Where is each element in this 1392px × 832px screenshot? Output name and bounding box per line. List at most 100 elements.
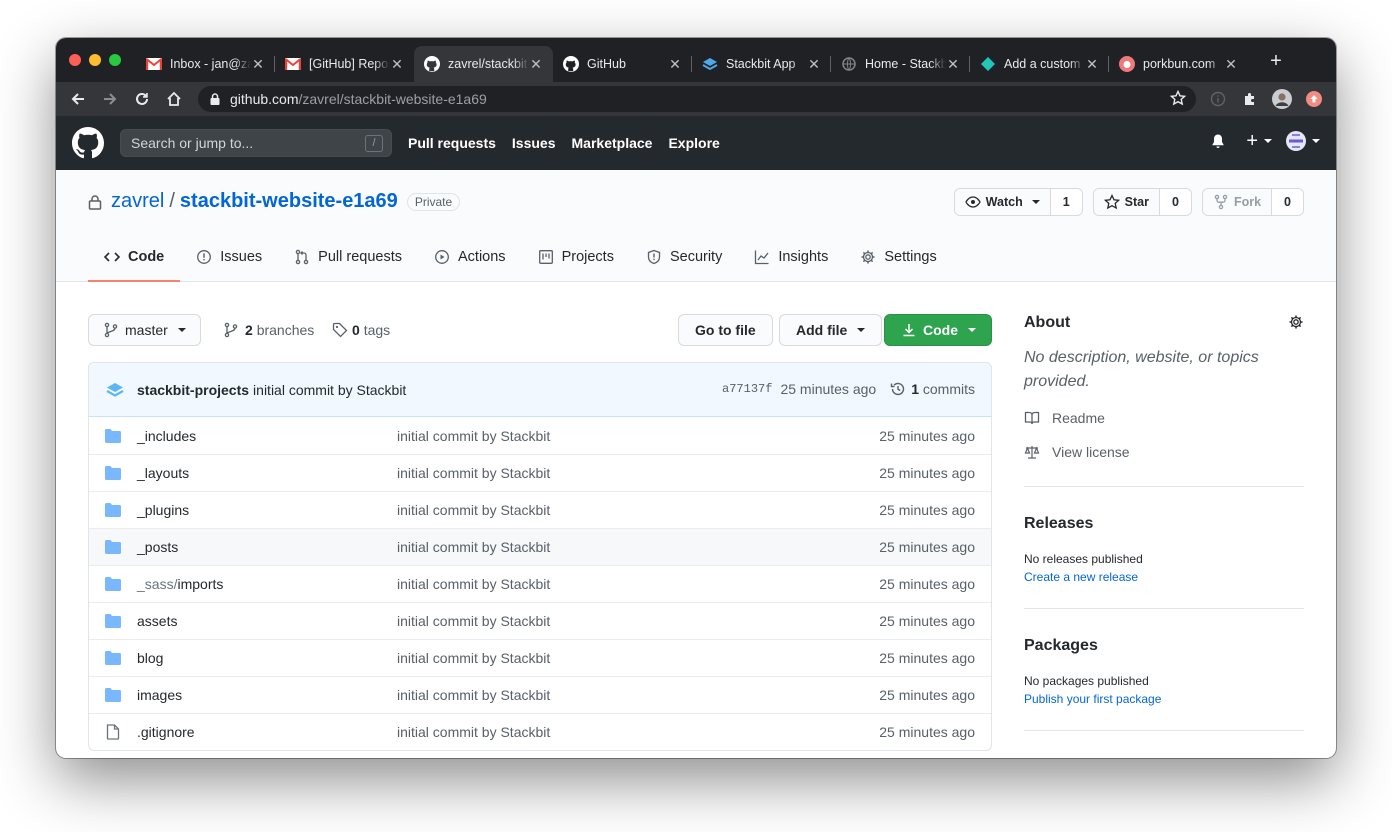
file-commit-message-link[interactable]: initial commit by Stackbit [397, 539, 550, 555]
file-commit-message-link[interactable]: initial commit by Stackbit [397, 576, 550, 592]
table-row[interactable]: _layouts initial commit by Stackbit 25 min… [89, 454, 991, 491]
license-link[interactable]: View license [1024, 444, 1304, 460]
table-row[interactable]: _includes initial commit by Stackbit 25 mi… [89, 417, 991, 454]
browser-tab-porkbun[interactable]: porkbun.com ✕ [1109, 46, 1248, 82]
nav-marketplace[interactable]: Marketplace [572, 135, 653, 151]
code-download-button[interactable]: Code [884, 314, 992, 346]
table-row[interactable]: _plugins initial commit by Stackbit 25 min… [89, 491, 991, 528]
releases-title[interactable]: Releases [1024, 515, 1304, 533]
browser-tab-stackbit-app[interactable]: Stackbit App ✕ [692, 46, 831, 82]
gear-icon[interactable] [1288, 314, 1304, 330]
back-icon[interactable] [68, 89, 88, 109]
tab-settings[interactable]: Settings [844, 234, 952, 282]
watch-button[interactable]: Watch [954, 189, 1051, 215]
browser-tab-github[interactable]: GitHub ✕ [553, 46, 692, 82]
tab-close-icon[interactable]: ✕ [251, 56, 265, 73]
file-name-link[interactable]: _layouts [137, 465, 189, 481]
update-badge-icon[interactable] [1304, 89, 1324, 109]
minimize-window-button[interactable] [89, 54, 101, 66]
browser-tab-active[interactable]: zavrel/stackbit-website ✕ [414, 46, 553, 82]
branch-select-button[interactable]: master [88, 314, 201, 346]
create-release-link[interactable]: Create a new release [1024, 570, 1304, 584]
file-commit-message-link[interactable]: initial commit by Stackbit [397, 650, 550, 666]
nav-pull-requests[interactable]: Pull requests [408, 135, 496, 151]
repo-owner-link[interactable]: zavrel [111, 190, 164, 213]
star-label: Star [1124, 195, 1149, 209]
table-row[interactable]: assets initial commit by Stackbit 25 minut… [89, 602, 991, 639]
readme-link[interactable]: Readme [1024, 410, 1304, 426]
file-commit-message-link[interactable]: initial commit by Stackbit [397, 428, 550, 444]
table-row[interactable]: images initial commit by Stackbit 25 minut… [89, 676, 991, 713]
create-new-dropdown[interactable]: + [1246, 131, 1272, 151]
tab-insights[interactable]: Insights [738, 234, 844, 282]
close-window-button[interactable] [69, 54, 81, 66]
table-row[interactable]: _sass/imports initial commit by Stackbit 2… [89, 565, 991, 602]
fork-button[interactable]: Fork [1202, 189, 1273, 215]
repo-name-link[interactable]: stackbit-website-e1a69 [180, 190, 398, 213]
file-name-link[interactable]: assets [137, 613, 177, 629]
commit-sha-link[interactable]: a77137f [722, 382, 772, 396]
new-tab-button[interactable]: + [1262, 50, 1290, 73]
tags-link[interactable]: 0 tags [332, 322, 390, 338]
tab-close-icon[interactable]: ✕ [529, 56, 543, 73]
search-input[interactable]: Search or jump to... / [120, 129, 392, 157]
file-name-link[interactable]: images [137, 687, 182, 703]
file-name-link[interactable]: _posts [137, 539, 178, 555]
tab-close-icon[interactable]: ✕ [1085, 56, 1099, 73]
browser-tab-gmail-github[interactable]: [GitHub] Repository ✕ [275, 46, 414, 82]
tab-actions[interactable]: Actions [418, 234, 522, 282]
packages-title[interactable]: Packages [1024, 637, 1304, 655]
forward-icon[interactable] [100, 89, 120, 109]
tab-close-icon[interactable]: ✕ [946, 56, 960, 73]
reload-icon[interactable] [132, 89, 152, 109]
commit-message-link[interactable]: initial commit by Stackbit [253, 382, 406, 398]
tab-close-icon[interactable]: ✕ [1224, 56, 1238, 73]
tab-close-icon[interactable]: ✕ [807, 56, 821, 73]
file-name-link[interactable]: _sass/imports [137, 576, 223, 592]
github-logo-icon[interactable] [72, 127, 104, 159]
publish-package-link[interactable]: Publish your first package [1024, 692, 1304, 706]
file-commit-message-link[interactable]: initial commit by Stackbit [397, 613, 550, 629]
file-commit-message-link[interactable]: initial commit by Stackbit [397, 502, 550, 518]
tab-close-icon[interactable]: ✕ [390, 56, 404, 73]
bookmark-star-icon[interactable] [1170, 90, 1186, 106]
star-button[interactable]: Star [1093, 189, 1160, 215]
profile-avatar-icon[interactable] [1272, 89, 1292, 109]
table-row[interactable]: blog initial commit by Stackbit 25 minutes… [89, 639, 991, 676]
maximize-window-button[interactable] [109, 54, 121, 66]
extensions-puzzle-icon[interactable] [1240, 89, 1260, 109]
file-commit-message-link[interactable]: initial commit by Stackbit [397, 724, 550, 740]
browser-tab-netlify[interactable]: Add a custom domain ✕ [970, 46, 1109, 82]
star-count[interactable]: 0 [1160, 189, 1191, 215]
commit-author-link[interactable]: stackbit-projects [137, 382, 249, 398]
file-name-link[interactable]: blog [137, 650, 163, 666]
file-commit-message-link[interactable]: initial commit by Stackbit [397, 465, 550, 481]
file-name-link[interactable]: .gitignore [137, 724, 195, 740]
nav-explore[interactable]: Explore [668, 135, 719, 151]
tab-pull-requests[interactable]: Pull requests [278, 234, 418, 282]
user-menu-dropdown[interactable] [1286, 131, 1320, 151]
add-file-button[interactable]: Add file [779, 314, 883, 346]
file-name-link[interactable]: _plugins [137, 502, 189, 518]
branches-link[interactable]: 2 branches [223, 322, 314, 338]
tab-close-icon[interactable]: ✕ [668, 56, 682, 73]
home-icon[interactable] [164, 89, 184, 109]
tab-projects[interactable]: Projects [522, 234, 630, 282]
go-to-file-button[interactable]: Go to file [678, 314, 773, 346]
file-name-link[interactable]: _includes [137, 428, 196, 444]
watch-count[interactable]: 1 [1050, 189, 1082, 215]
browser-tab-gmail-inbox[interactable]: Inbox - jan@zavrel.net ✕ [136, 46, 275, 82]
table-row[interactable]: .gitignore initial commit by Stackbit 25 m… [89, 713, 991, 750]
commits-history-link[interactable]: 1 commits [890, 381, 975, 397]
info-extension-icon[interactable] [1208, 89, 1228, 109]
nav-issues[interactable]: Issues [512, 135, 556, 151]
notifications-bell-icon[interactable] [1210, 133, 1226, 149]
tab-security[interactable]: Security [630, 234, 738, 282]
browser-tab-stackbit-home[interactable]: Home - Stackbit ✕ [831, 46, 970, 82]
address-bar[interactable]: github.com/zavrel/stackbit-website-e1a69 [198, 86, 1196, 112]
table-row[interactable]: _posts initial commit by Stackbit 25 minut… [89, 528, 991, 565]
file-commit-message-link[interactable]: initial commit by Stackbit [397, 687, 550, 703]
fork-count[interactable]: 0 [1272, 189, 1303, 215]
tab-code[interactable]: Code [88, 234, 181, 282]
tab-issues[interactable]: Issues [180, 234, 278, 282]
